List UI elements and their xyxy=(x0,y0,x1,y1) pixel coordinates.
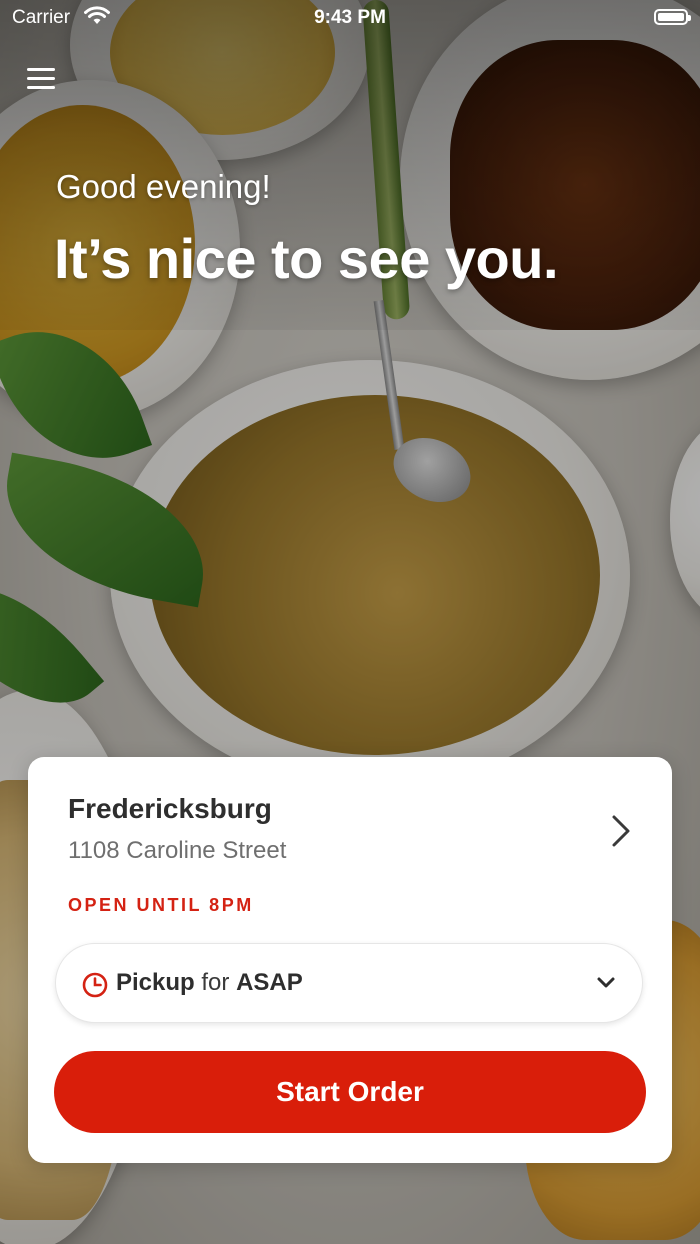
greeting-headline: It’s nice to see you. xyxy=(54,227,559,290)
clock-icon xyxy=(82,972,108,998)
status-time: 9:43 PM xyxy=(314,7,386,28)
order-time-label: Pickup for ASAP xyxy=(116,969,303,997)
order-connector: for xyxy=(201,969,230,996)
hamburger-menu-icon[interactable] xyxy=(27,66,55,90)
order-mode: Pickup xyxy=(116,969,195,996)
home-screen: Carrier 9:43 PM Good evening! It’s nice … xyxy=(0,0,700,1244)
location-selector[interactable]: Fredericksburg 1108 Caroline Street xyxy=(68,793,644,873)
greeting-salutation: Good evening! xyxy=(56,168,271,205)
open-hours-status: OPEN UNTIL 8PM xyxy=(68,895,254,915)
battery-icon xyxy=(654,9,691,25)
order-time-value: ASAP xyxy=(236,969,303,996)
chevron-down-icon xyxy=(597,977,615,988)
location-name: Fredericksburg xyxy=(68,793,272,824)
location-address: 1108 Caroline Street xyxy=(68,837,287,864)
start-order-button[interactable]: Start Order xyxy=(54,1051,646,1133)
location-card: Fredericksburg 1108 Caroline Street OPEN… xyxy=(28,757,672,1163)
chevron-right-icon xyxy=(612,815,630,847)
status-bar: Carrier 9:43 PM xyxy=(0,0,700,36)
order-time-selector[interactable]: Pickup for ASAP xyxy=(55,943,643,1023)
